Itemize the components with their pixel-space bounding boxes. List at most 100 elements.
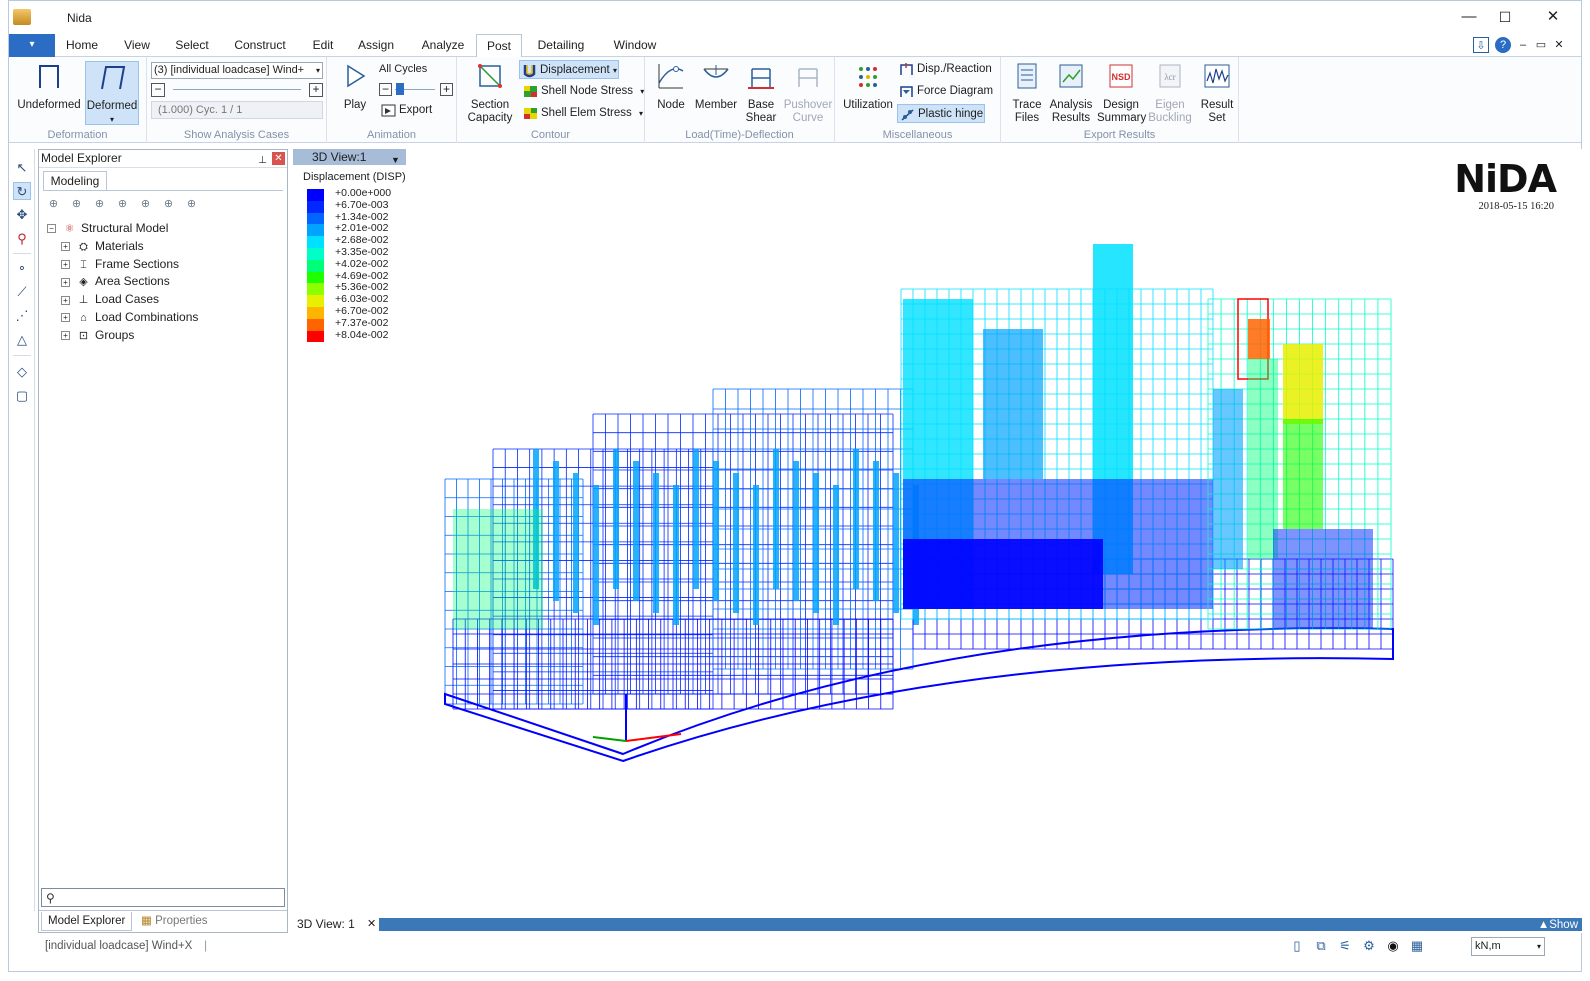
- speed-thumb[interactable]: [396, 83, 404, 95]
- mdi-close-button[interactable]: ✕: [1551, 37, 1567, 53]
- tree-item-area-sections[interactable]: + ◈ Area Sections: [47, 273, 198, 291]
- explorer-search-input[interactable]: ⚲: [41, 888, 285, 907]
- shell-elem-stress-button[interactable]: Shell Elem Stress ▾: [521, 104, 643, 123]
- cycle-slider-track[interactable]: [173, 89, 301, 90]
- speed-minus-button[interactable]: −: [379, 83, 392, 96]
- rotate-icon[interactable]: ↻: [13, 182, 31, 200]
- force-diagram-button[interactable]: Force Diagram: [897, 82, 993, 101]
- trace-files-button[interactable]: Trace Files: [1009, 61, 1045, 125]
- tree-item-load-combinations[interactable]: + ⌂ Load Combinations: [47, 309, 198, 327]
- structural-model-render[interactable]: [293, 149, 1582, 916]
- file-menu-button[interactable]: ▾: [9, 34, 55, 57]
- speed-plus-button[interactable]: +: [440, 83, 453, 96]
- add-misc-icon[interactable]: ⊕: [183, 197, 200, 213]
- tab-home[interactable]: Home: [61, 34, 103, 57]
- zoom-icon[interactable]: ⚲: [13, 230, 31, 248]
- plastic-hinge-button[interactable]: Plastic hinge: [897, 104, 985, 123]
- eye-icon[interactable]: ◉: [1385, 938, 1401, 954]
- add-load-case-icon[interactable]: ⊕: [114, 197, 131, 213]
- document-icon[interactable]: ▯: [1289, 938, 1305, 954]
- cycle-plus-button[interactable]: +: [309, 83, 323, 97]
- tab-window[interactable]: Window: [607, 34, 663, 57]
- shell-node-stress-button[interactable]: Shell Node Stress ▾: [521, 82, 644, 101]
- assign-icon[interactable]: ◇: [13, 363, 31, 381]
- tab-edit[interactable]: Edit: [307, 34, 339, 57]
- cycle-slider[interactable]: − +: [151, 83, 323, 98]
- pin-icon[interactable]: ⊥: [258, 152, 267, 169]
- utilization-button[interactable]: Utilization: [841, 61, 895, 112]
- add-group-icon[interactable]: ⊕: [160, 197, 177, 213]
- draw-node-icon[interactable]: ∘: [13, 259, 31, 277]
- mdi-minimize-button[interactable]: –: [1515, 37, 1531, 53]
- pan-icon[interactable]: ✥: [13, 206, 31, 224]
- chart-icon[interactable]: ⚟: [1337, 938, 1353, 954]
- view-selector[interactable]: 3D View:1 ▼: [293, 149, 406, 165]
- add-frame-section-icon[interactable]: ⊕: [68, 197, 85, 213]
- tab-model-explorer[interactable]: Model Explorer: [41, 912, 133, 931]
- result-set-button[interactable]: Result Set: [1197, 61, 1237, 125]
- add-load-combination-icon[interactable]: ⊕: [137, 197, 154, 213]
- play-button[interactable]: Play: [337, 61, 373, 112]
- member-button[interactable]: Member: [693, 61, 739, 112]
- unit-select[interactable]: kN,m ▾: [1471, 937, 1545, 956]
- analysis-case-select[interactable]: (3) [individual loadcase] Wind+ ▾: [151, 62, 323, 79]
- expand-icon[interactable]: +: [61, 277, 70, 287]
- expand-icon[interactable]: +: [61, 242, 70, 252]
- section-capacity-button[interactable]: Section Capacity: [461, 61, 519, 125]
- tab-properties[interactable]: ▦ Properties: [135, 912, 213, 931]
- draw-frame-icon[interactable]: ⟋: [13, 283, 31, 301]
- tab-select[interactable]: Select: [169, 34, 215, 57]
- base-shear-button[interactable]: Base Shear: [743, 61, 779, 125]
- minimize-button[interactable]: —: [1449, 5, 1489, 29]
- tab-assign[interactable]: Assign: [352, 34, 400, 57]
- analysis-results-button[interactable]: Analysis Results: [1047, 61, 1095, 125]
- tab-modeling[interactable]: Modeling: [43, 171, 107, 191]
- settings-icon[interactable]: ⚙: [1361, 938, 1377, 954]
- select-pointer-icon[interactable]: ↖: [13, 159, 31, 177]
- tree-root[interactable]: − ⚛ Structural Model: [47, 220, 198, 238]
- help-icon[interactable]: ?: [1495, 37, 1511, 53]
- mdi-restore-button[interactable]: ▭: [1533, 37, 1549, 53]
- doc-tab-3d-view[interactable]: 3D View: 1 ✕: [293, 916, 379, 933]
- close-button[interactable]: ✕: [1533, 5, 1573, 29]
- expand-icon[interactable]: +: [61, 295, 70, 305]
- displacement-button[interactable]: Displacement ▾: [519, 60, 619, 79]
- export-icon[interactable]: ⇩: [1473, 37, 1489, 53]
- tab-detailing[interactable]: Detailing: [532, 34, 590, 57]
- undeformed-button[interactable]: Undeformed: [17, 61, 81, 111]
- explorer-close-button[interactable]: ✕: [272, 152, 285, 165]
- tree-item-materials[interactable]: + ⛭ Materials: [47, 238, 198, 256]
- tree-item-frame-sections[interactable]: + ⌶ Frame Sections: [47, 256, 198, 274]
- mesh-icon[interactable]: ▢: [13, 387, 31, 405]
- cycle-minus-button[interactable]: −: [151, 83, 165, 97]
- tab-construct[interactable]: Construct: [227, 34, 293, 57]
- draw-area-icon[interactable]: △: [13, 331, 31, 349]
- pushover-curve-button[interactable]: Pushover Curve: [783, 61, 833, 125]
- draw-truss-icon[interactable]: ⋰: [13, 307, 31, 325]
- eigen-buckling-icon: λcr: [1159, 64, 1181, 88]
- copy-icon[interactable]: ⧉: [1313, 938, 1329, 954]
- design-summary-button[interactable]: NSD Design Summary: [1097, 61, 1146, 125]
- export-animation-button[interactable]: Export: [379, 101, 432, 120]
- collapse-icon[interactable]: −: [47, 224, 56, 234]
- tab-view[interactable]: View: [117, 34, 157, 57]
- 3d-viewport[interactable]: 3D View:1 ▼ Displacement (DISP) +0.00e+0…: [293, 149, 1582, 916]
- maximize-button[interactable]: ☐: [1485, 5, 1525, 29]
- grid-icon[interactable]: ▦: [1409, 938, 1425, 954]
- expand-icon[interactable]: +: [61, 331, 70, 341]
- expand-icon[interactable]: +: [61, 313, 70, 323]
- expand-icon[interactable]: +: [61, 259, 70, 269]
- close-icon[interactable]: ✕: [367, 916, 376, 933]
- tab-analyze[interactable]: Analyze: [415, 34, 471, 57]
- eigen-buckling-button[interactable]: λcr Eigen Buckling: [1147, 61, 1193, 125]
- show-panel-button[interactable]: ▲Show: [1538, 918, 1578, 933]
- disp-reaction-button[interactable]: Disp./Reaction: [897, 60, 992, 79]
- tree-item-groups[interactable]: + ⊡ Groups: [47, 327, 198, 345]
- deformed-button[interactable]: Deformed ▾: [85, 61, 139, 125]
- add-area-section-icon[interactable]: ⊕: [91, 197, 108, 213]
- tree-item-load-cases[interactable]: + ⊥ Load Cases: [47, 291, 198, 309]
- tab-post[interactable]: Post: [476, 34, 522, 58]
- add-material-icon[interactable]: ⊕: [45, 197, 62, 213]
- node-button[interactable]: Node: [651, 61, 691, 112]
- animation-speed-slider[interactable]: − +: [379, 83, 453, 98]
